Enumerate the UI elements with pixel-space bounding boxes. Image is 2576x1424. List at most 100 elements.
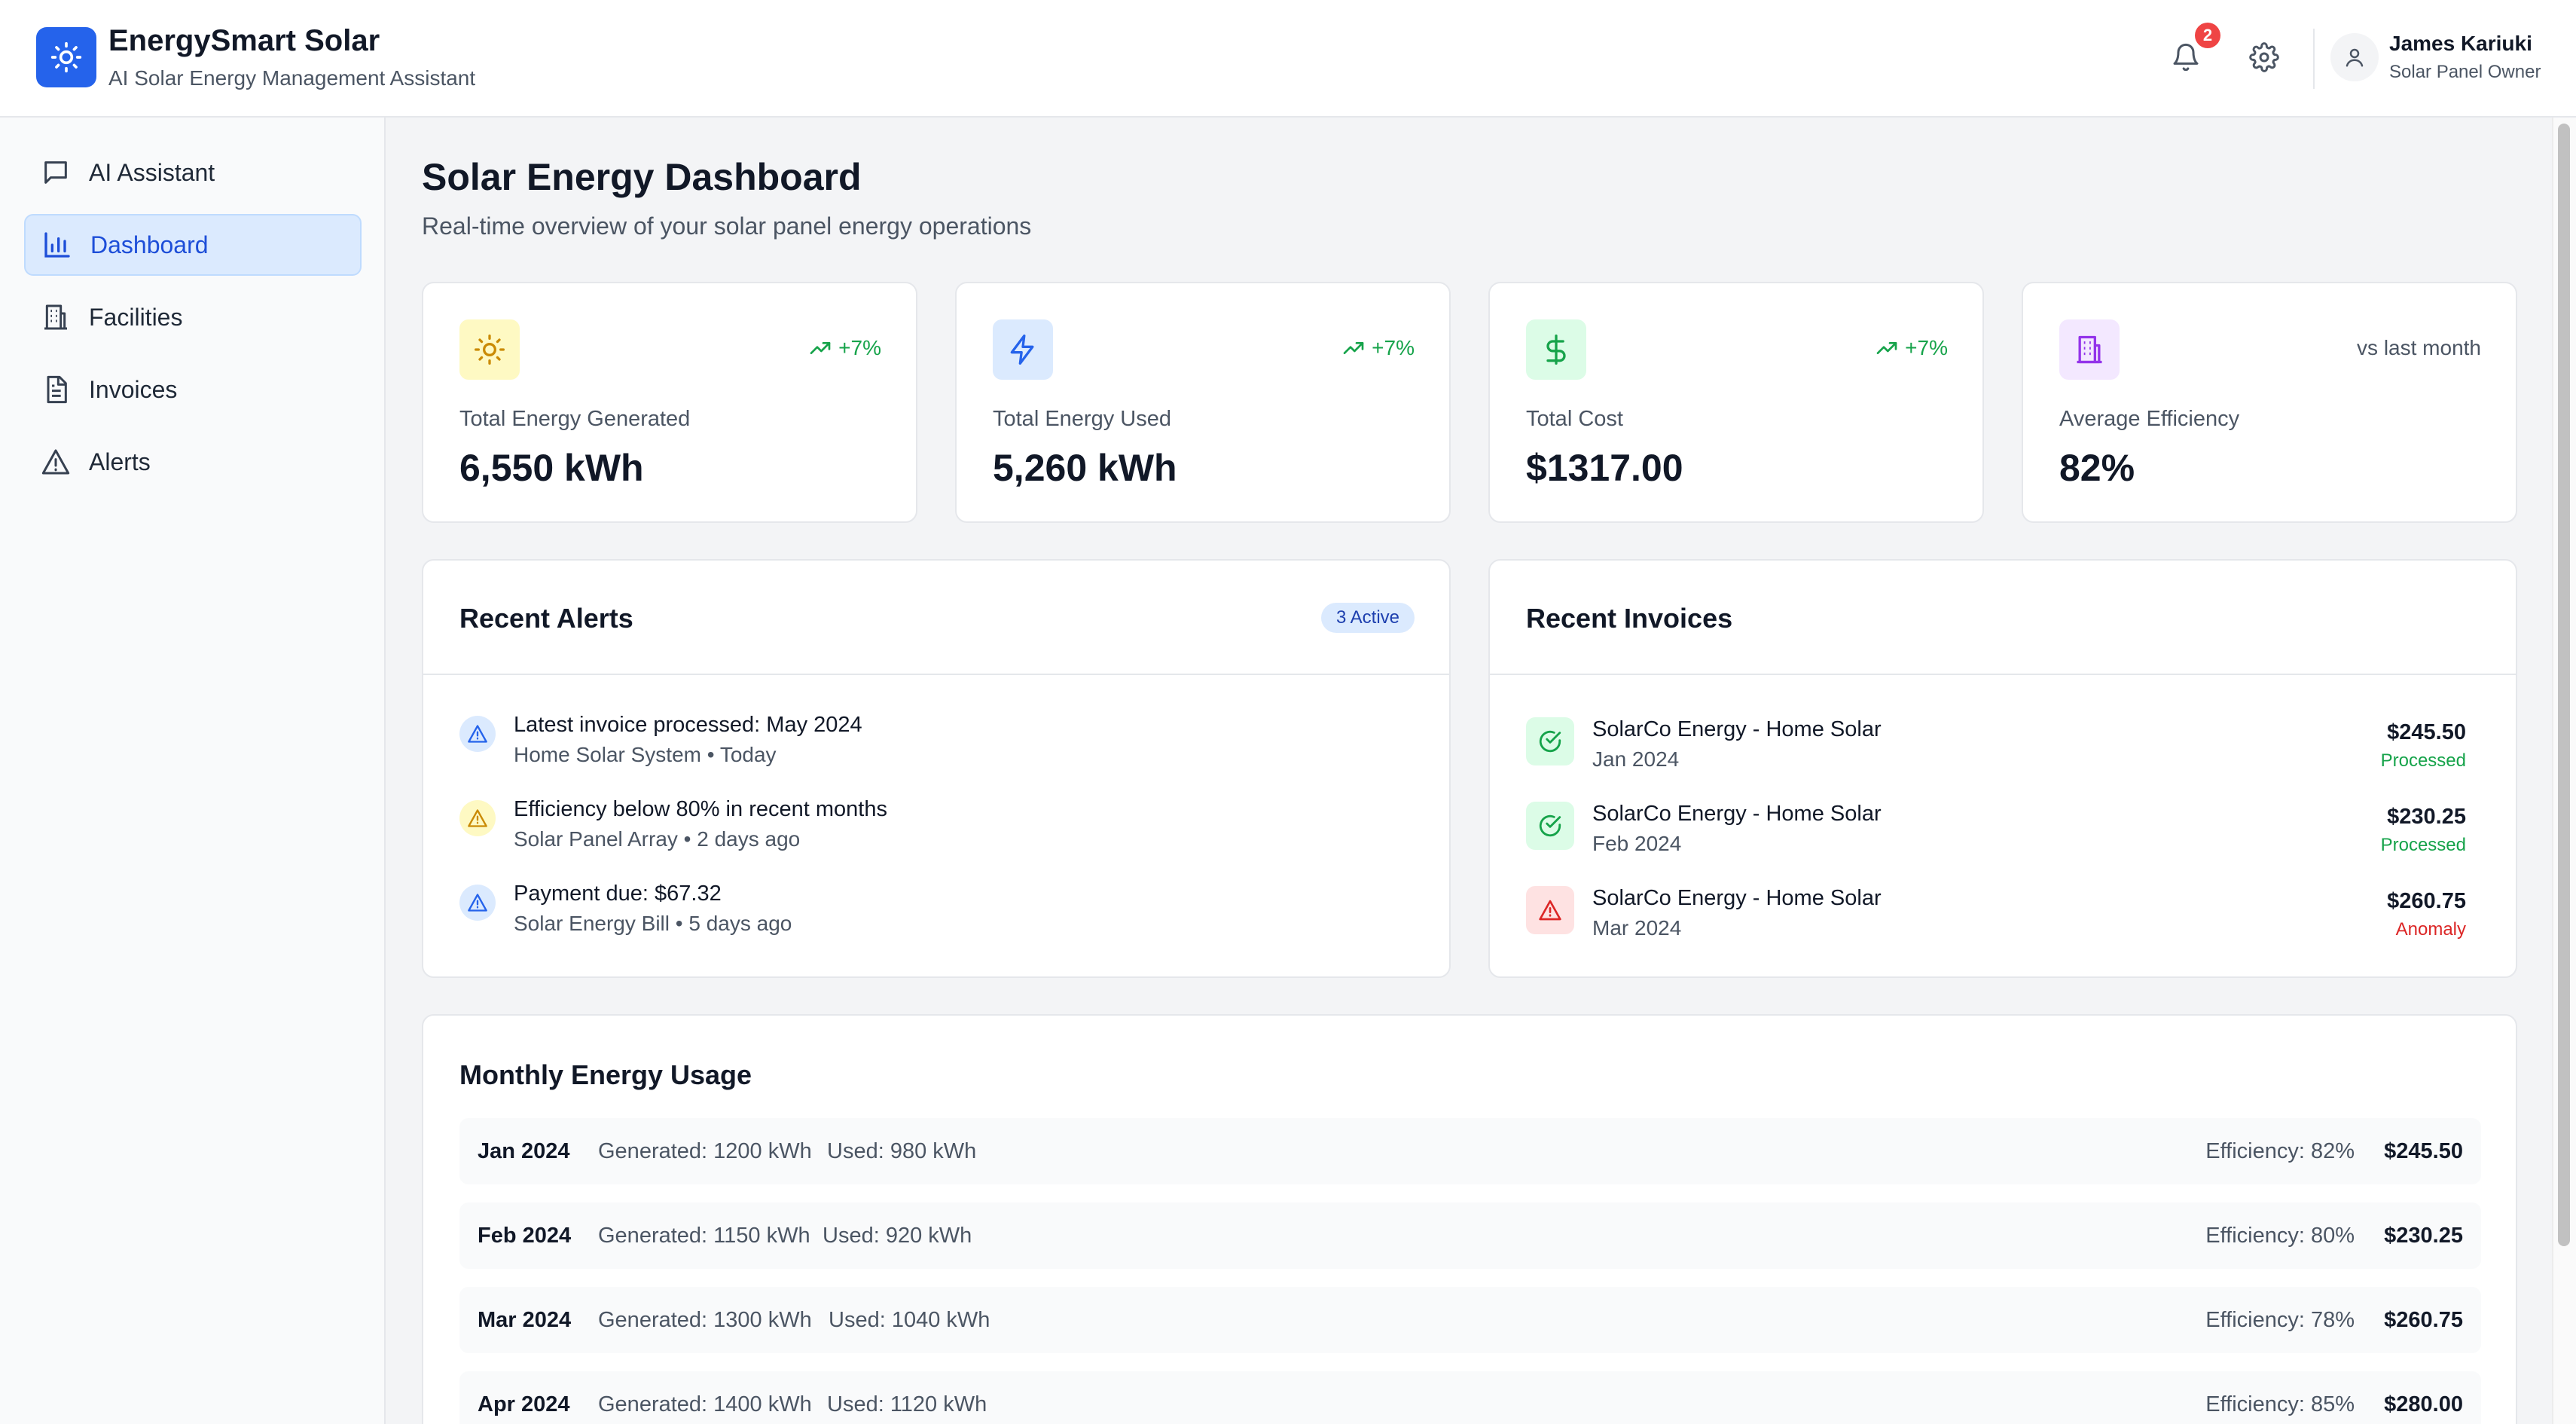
invoice-item[interactable]: SolarCo Energy - Home Solar Mar 2024 $26… <box>1526 886 2466 954</box>
sidebar-item-invoices[interactable]: Invoices <box>24 359 362 420</box>
invoice-amount: $230.25 <box>2387 805 2466 829</box>
trend-up-icon <box>1876 342 1897 354</box>
trend-indicator: +7% <box>1875 336 1948 360</box>
trend-value: +7% <box>1905 336 1948 359</box>
sidebar-item-label: AI Assistant <box>89 158 215 186</box>
bar-chart-icon <box>44 232 70 258</box>
settings-button[interactable] <box>2237 30 2291 84</box>
chat-icon <box>44 161 67 184</box>
stat-label: Total Energy Generated <box>459 407 691 431</box>
sidebar-item-label: Invoices <box>89 375 178 403</box>
usage-row[interactable]: Feb 2024 Generated: 1150 kWh Used: 920 k… <box>459 1202 2481 1269</box>
warning-icon <box>459 716 496 752</box>
alert-meta: Solar Panel Array • 2 days ago <box>514 827 801 851</box>
usage-generated: Generated: 1150 kWh <box>598 1224 810 1248</box>
sidebar-item-label: Facilities <box>89 303 183 331</box>
bell-icon <box>2173 43 2199 72</box>
usage-efficiency: Efficiency: 85% <box>2205 1392 2355 1416</box>
sidebar: AI Assistant Dashboard Facilities Invoic… <box>0 118 386 1424</box>
invoice-amount: $260.75 <box>2387 889 2466 913</box>
card-title: Recent Alerts <box>459 603 633 634</box>
sidebar-item-ai-assistant[interactable]: AI Assistant <box>24 142 362 203</box>
trend-value: +7% <box>1372 336 1415 359</box>
page-title: Solar Energy Dashboard <box>422 156 862 198</box>
invoice-status: Anomaly <box>2395 919 2466 940</box>
alert-title: Latest invoice processed: May 2024 <box>514 713 862 737</box>
sidebar-item-facilities[interactable]: Facilities <box>24 286 362 348</box>
trend-indicator: vs last month <box>2357 336 2481 360</box>
user-role: Solar Panel Owner <box>2389 62 2541 82</box>
stat-label: Total Energy Used <box>993 407 1171 431</box>
gear-icon <box>2249 42 2279 72</box>
building-icon <box>44 304 67 330</box>
sun-logo-icon <box>36 27 96 87</box>
sidebar-item-label: Dashboard <box>90 231 209 258</box>
card-title: Monthly Energy Usage <box>459 1059 752 1090</box>
alert-item[interactable]: Efficiency below 80% in recent months So… <box>459 797 1401 865</box>
invoice-date: Jan 2024 <box>1592 747 1680 771</box>
usage-row[interactable]: Jan 2024 Generated: 1200 kWh Used: 980 k… <box>459 1118 2481 1184</box>
header-divider <box>2313 29 2315 89</box>
stat-card-energy-generated: +7% Total Energy Generated 6,550 kWh <box>422 282 917 523</box>
alert-title: Payment due: $67.32 <box>514 882 722 906</box>
usage-used: Used: 980 kWh <box>827 1139 977 1163</box>
usage-efficiency: Efficiency: 82% <box>2205 1139 2355 1163</box>
trend-indicator: +7% <box>1341 336 1415 360</box>
trend-up-icon <box>810 342 831 354</box>
alert-title: Efficiency below 80% in recent months <box>514 797 887 821</box>
stat-card-energy-used: +7% Total Energy Used 5,260 kWh <box>955 282 1451 523</box>
lightning-icon <box>993 319 1053 380</box>
usage-row[interactable]: Apr 2024 Generated: 1400 kWh Used: 1120 … <box>459 1371 2481 1424</box>
building-icon <box>2059 319 2120 380</box>
stat-value: 82% <box>2059 447 2135 489</box>
usage-cost: $260.75 <box>2384 1308 2463 1332</box>
sidebar-item-alerts[interactable]: Alerts <box>24 431 362 493</box>
usage-efficiency: Efficiency: 78% <box>2205 1308 2355 1332</box>
warning-icon <box>459 800 496 836</box>
stat-value: $1317.00 <box>1526 447 1683 489</box>
scrollbar-thumb[interactable] <box>2558 124 2570 1246</box>
sun-icon <box>459 319 520 380</box>
invoice-title: SolarCo Energy - Home Solar <box>1592 802 1882 826</box>
usage-generated: Generated: 1300 kWh <box>598 1308 812 1332</box>
trend-indicator: +7% <box>808 336 881 360</box>
sidebar-item-dashboard[interactable]: Dashboard <box>24 214 362 276</box>
trend-value: vs last month <box>2357 336 2481 359</box>
document-icon <box>47 375 67 404</box>
usage-used: Used: 920 kWh <box>823 1224 972 1248</box>
app-title: EnergySmart Solar <box>108 24 380 57</box>
dollar-icon <box>1526 319 1586 380</box>
user-avatar[interactable] <box>2330 33 2379 81</box>
usage-month: Jan 2024 <box>478 1139 570 1163</box>
usage-cost: $245.50 <box>2384 1139 2463 1163</box>
stat-label: Average Efficiency <box>2059 407 2240 431</box>
usage-used: Used: 1040 kWh <box>829 1308 990 1332</box>
invoice-status: Processed <box>2380 835 2466 855</box>
stat-label: Total Cost <box>1526 407 1623 431</box>
check-circle-icon <box>1526 802 1574 850</box>
page-subtitle: Real-time overview of your solar panel e… <box>422 212 1032 240</box>
stat-value: 5,260 kWh <box>993 447 1177 489</box>
warning-icon <box>41 449 70 475</box>
divider <box>423 674 1449 675</box>
alert-item[interactable]: Payment due: $67.32 Solar Energy Bill • … <box>459 882 1401 949</box>
invoice-item[interactable]: SolarCo Energy - Home Solar Jan 2024 $24… <box>1526 717 2466 785</box>
invoice-item[interactable]: SolarCo Energy - Home Solar Feb 2024 $23… <box>1526 802 2466 869</box>
divider <box>1490 674 2516 675</box>
invoice-date: Mar 2024 <box>1592 916 1682 940</box>
usage-row[interactable]: Mar 2024 Generated: 1300 kWh Used: 1040 … <box>459 1287 2481 1353</box>
recent-alerts-card: Recent Alerts 3 Active Latest invoice pr… <box>422 559 1451 978</box>
card-title: Recent Invoices <box>1526 603 1733 634</box>
invoice-amount: $245.50 <box>2387 720 2466 744</box>
invoice-status: Processed <box>2380 750 2466 771</box>
alert-item[interactable]: Latest invoice processed: May 2024 Home … <box>459 713 1401 781</box>
trend-up-icon <box>1343 342 1364 354</box>
invoice-title: SolarCo Energy - Home Solar <box>1592 717 1882 741</box>
invoice-date: Feb 2024 <box>1592 832 1682 855</box>
recent-invoices-card: Recent Invoices SolarCo Energy - Home So… <box>1488 559 2517 978</box>
check-circle-icon <box>1526 717 1574 765</box>
stat-value: 6,550 kWh <box>459 447 644 489</box>
usage-used: Used: 1120 kWh <box>827 1392 987 1416</box>
usage-generated: Generated: 1200 kWh <box>598 1139 812 1163</box>
invoice-title: SolarCo Energy - Home Solar <box>1592 886 1882 910</box>
